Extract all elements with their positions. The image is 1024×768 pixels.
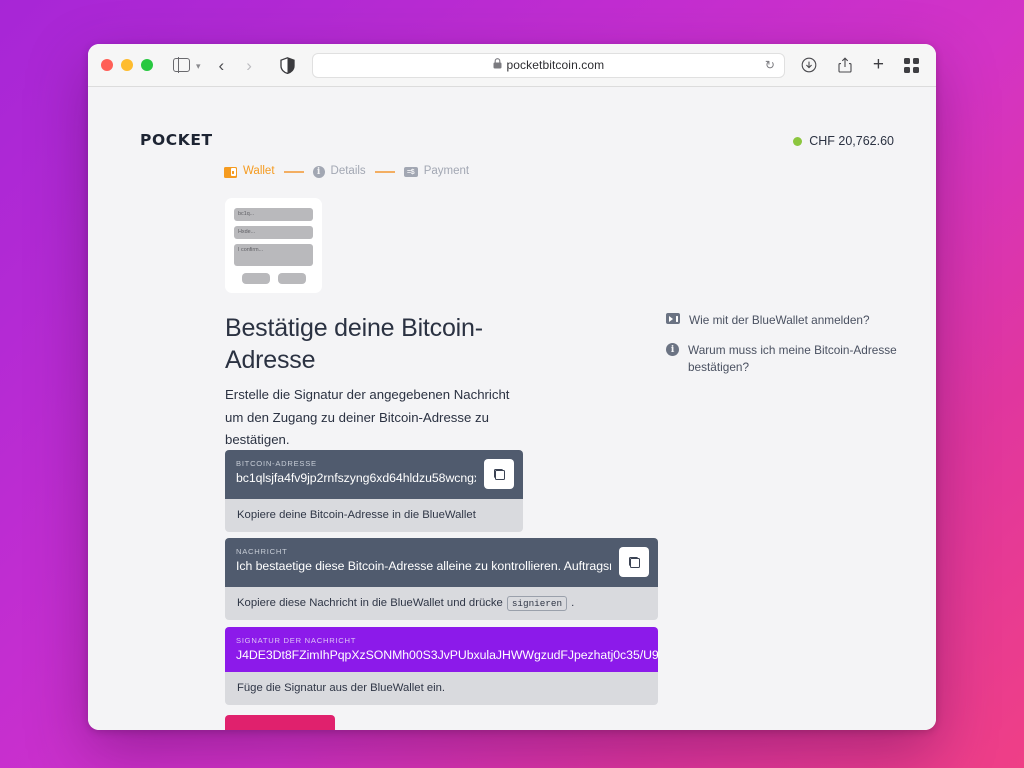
url-display: pocketbitcoin.com <box>493 58 605 72</box>
sidebar-toggle-button[interactable]: ▾ <box>173 57 201 73</box>
close-window-button[interactable] <box>101 59 113 71</box>
toolbar-actions: + <box>801 55 919 75</box>
message-field: NACHRICHT Ich bestaetige diese Bitcoin-A… <box>225 538 658 621</box>
page-description: Erstelle die Signatur der angegebenen Na… <box>225 387 510 448</box>
chevron-down-icon[interactable]: ▾ <box>196 61 201 71</box>
step-details-label: Details <box>330 165 366 178</box>
minimize-window-button[interactable] <box>121 59 133 71</box>
message-hint-code: signieren <box>506 596 568 612</box>
bitcoin-address-hint-text: Kopiere deine Bitcoin-Adresse in die Blu… <box>237 509 476 521</box>
shield-icon[interactable] <box>280 56 295 74</box>
step-details[interactable]: i Details <box>312 165 366 178</box>
copy-message-button[interactable] <box>619 547 649 577</box>
payment-card-icon: =$ <box>403 167 418 177</box>
lock-icon <box>493 58 502 72</box>
step-separator <box>374 171 395 173</box>
step-wallet-label: Wallet <box>243 165 275 178</box>
copy-address-button[interactable] <box>484 459 514 489</box>
signature-hint: Füge die Signatur aus der BlueWallet ein… <box>225 672 658 705</box>
browser-window: ▾ ‹ › pocketbitcoin.com ↻ + POCKET CHF 2… <box>88 44 936 730</box>
message-hint: Kopiere diese Nachricht in die BlueWalle… <box>225 587 658 621</box>
message-hint-text-after: . <box>571 597 575 610</box>
forward-button[interactable]: › <box>246 57 252 74</box>
bitcoin-address-value-row: BITCOIN-ADRESSE bc1qlsjfa4fv9jp2rnfszyng… <box>225 450 523 499</box>
bitcoin-address-label: BITCOIN-ADRESSE <box>236 459 317 468</box>
share-icon[interactable] <box>837 57 853 73</box>
help-link-label: Warum muss ich meine Bitcoin-Adresse bes… <box>688 342 897 374</box>
step-wallet[interactable]: Wallet <box>224 166 275 178</box>
balance-amount: CHF 20,762.60 <box>809 134 894 148</box>
bitcoin-address-value: bc1qlsjfa4fv9jp2rnfszyng6xd64hldzu58wcng… <box>236 471 476 485</box>
step-payment[interactable]: =$ Payment <box>403 165 470 178</box>
browser-toolbar: ▾ ‹ › pocketbitcoin.com ↻ + <box>88 44 936 87</box>
step-separator <box>283 171 304 173</box>
video-icon <box>666 313 680 324</box>
web-page: POCKET CHF 20,762.60 Wallet i Details =$… <box>88 87 936 730</box>
bitcoin-address-field: BITCOIN-ADRESSE bc1qlsjfa4fv9jp2rnfszyng… <box>225 450 523 532</box>
info-icon: i <box>666 342 679 356</box>
breadcrumb: Wallet i Details =$ Payment <box>224 166 469 178</box>
illustration-row: I confirm... <box>234 244 313 266</box>
help-link-why-confirm[interactable]: i Warum muss ich meine Bitcoin-Adresse b… <box>666 342 926 376</box>
account-balance[interactable]: CHF 20,762.60 <box>793 134 894 148</box>
bitcoin-address-hint: Kopiere deine Bitcoin-Adresse in die Blu… <box>225 499 523 532</box>
signature-texts: SIGNATUR DER NACHRICHT J4DE3Dt8FZimIhPqp… <box>236 636 658 662</box>
signature-field: SIGNATUR DER NACHRICHT J4DE3Dt8FZimIhPqp… <box>225 627 658 705</box>
new-tab-icon[interactable]: + <box>873 55 884 74</box>
info-icon: i <box>312 166 325 178</box>
wallet-illustration: bc1q... Hxde... I confirm... <box>225 198 322 293</box>
download-icon[interactable] <box>801 57 817 73</box>
sidebar-icon <box>173 57 190 73</box>
illustration-row: bc1q... <box>234 208 313 221</box>
pocket-logo[interactable]: POCKET <box>140 131 213 149</box>
help-links: Wie mit der BlueWallet anmelden? i Warum… <box>666 312 926 375</box>
signature-hint-text: Füge die Signatur aus der BlueWallet ein… <box>237 682 446 694</box>
signature-value-row[interactable]: SIGNATUR DER NACHRICHT J4DE3Dt8FZimIhPqp… <box>225 627 658 672</box>
illustration-button <box>277 273 306 284</box>
step-payment-label: Payment <box>423 165 470 178</box>
tab-overview-icon[interactable] <box>904 57 919 73</box>
copy-icon <box>493 468 505 480</box>
message-value-row: NACHRICHT Ich bestaetige diese Bitcoin-A… <box>225 538 658 587</box>
page-title: Bestätige deine Bitcoin-Adresse <box>225 314 483 374</box>
zoom-window-button[interactable] <box>141 59 153 71</box>
back-button[interactable]: ‹ <box>219 57 225 74</box>
address-bar[interactable]: pocketbitcoin.com ↻ <box>311 52 785 78</box>
url-text: pocketbitcoin.com <box>506 58 605 72</box>
confirm-button[interactable]: Bestätigen › <box>225 715 335 730</box>
illustration-button <box>241 273 270 284</box>
wallet-icon <box>224 166 237 178</box>
signature-value[interactable]: J4DE3Dt8FZimIhPqpXzSONMh00S3JvPUbxulaJHW… <box>236 648 658 662</box>
traffic-lights <box>101 59 153 71</box>
reload-icon[interactable]: ↻ <box>765 59 775 71</box>
help-link-label: Wie mit der BlueWallet anmelden? <box>689 313 870 327</box>
status-dot-icon <box>793 136 803 146</box>
message-texts: NACHRICHT Ich bestaetige diese Bitcoin-A… <box>236 547 611 577</box>
copy-icon <box>628 556 640 568</box>
help-link-bluewallet-login[interactable]: Wie mit der BlueWallet anmelden? <box>666 312 926 329</box>
signature-label: SIGNATUR DER NACHRICHT <box>236 636 357 645</box>
message-hint-text-before: Kopiere diese Nachricht in die BlueWalle… <box>237 597 503 610</box>
message-label: NACHRICHT <box>236 547 288 556</box>
bitcoin-address-texts: BITCOIN-ADRESSE bc1qlsjfa4fv9jp2rnfszyng… <box>236 459 476 489</box>
navigation-arrows: ‹ › <box>219 57 252 74</box>
illustration-row: Hxde... <box>234 226 313 239</box>
illustration-buttons <box>234 273 313 284</box>
message-value: Ich bestaetige diese Bitcoin-Adresse all… <box>236 559 611 573</box>
